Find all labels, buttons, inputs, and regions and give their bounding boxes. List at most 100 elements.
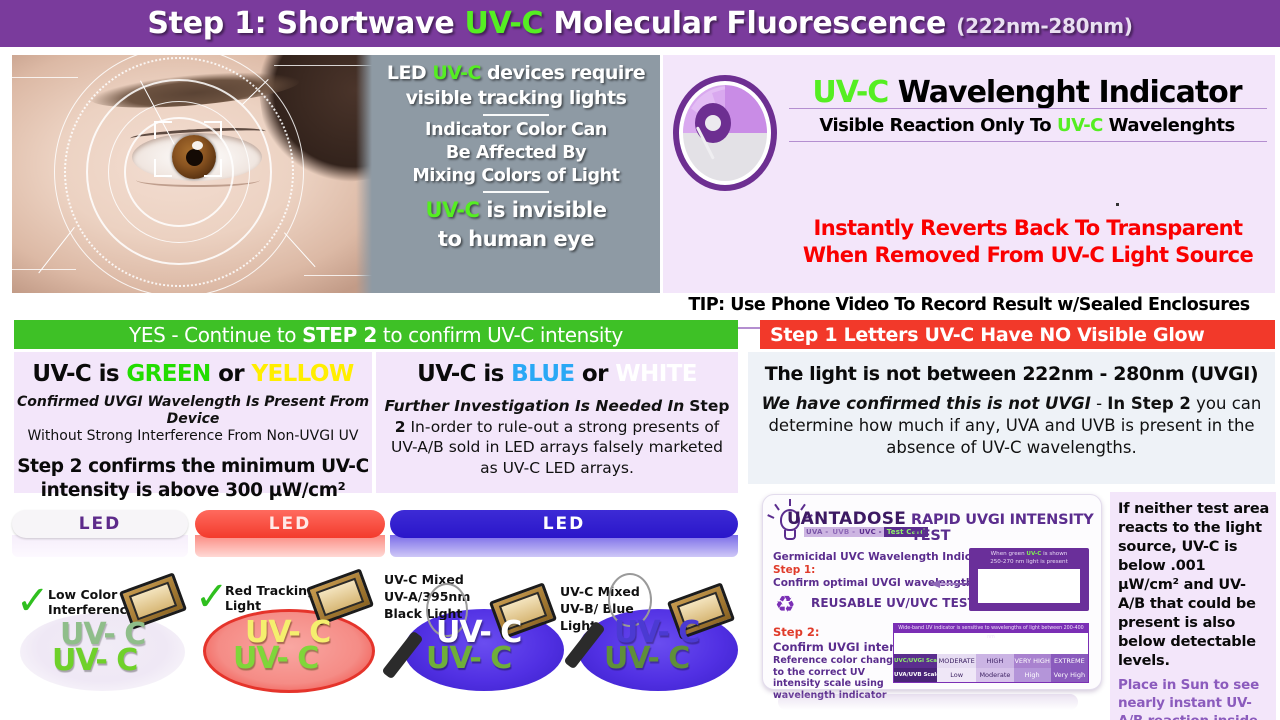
col2-head-blue: BLUE bbox=[511, 361, 575, 387]
eye-text-led: LED bbox=[386, 62, 433, 84]
title-part-2: Molecular Fluorescence bbox=[543, 6, 957, 41]
germicidal-line: Germicidal UVC Wavelength Indicator bbox=[773, 551, 996, 563]
eye-text-line-3: Indicator Color Can bbox=[425, 120, 607, 140]
scale-uva-moderate: Moderate bbox=[976, 668, 1014, 682]
hud-line-left-bottom bbox=[12, 269, 76, 270]
title-wavelength-range: (222nm-280nm) bbox=[956, 14, 1133, 38]
test-card-zone: UANTADOSE UVA - UVB - UVC - Test Card RAPID… bbox=[748, 488, 1108, 720]
uvc-window-reaction-area bbox=[978, 569, 1080, 603]
col1-head-yellow: YELLOW bbox=[251, 361, 354, 387]
eye-panel: LED UV-C devices require visible trackin… bbox=[12, 55, 660, 293]
indicator-title-rest: Wavelenght Indicator bbox=[888, 75, 1243, 110]
col1-italic-line: Confirmed UVGI Wavelength Is Present Fro… bbox=[16, 394, 370, 427]
indicator-title: UV-C Wavelenght Indicator bbox=[781, 75, 1273, 110]
scene1-check-icon: ✓ bbox=[16, 578, 50, 624]
scene2-check-icon: ✓ bbox=[195, 574, 229, 620]
scale-uvc-very-high: VERY HIGH bbox=[1013, 654, 1051, 668]
hud-pointer-4 bbox=[284, 232, 316, 268]
indicator-title-uvc: UV-C bbox=[812, 75, 889, 110]
eye-text-uvc-2: UV-C bbox=[425, 198, 480, 222]
yes-banner-step2: STEP 2 bbox=[302, 322, 377, 347]
right-notes-purple: Place in Sun to see nearly instant UV-A/… bbox=[1118, 677, 1260, 720]
eye-text-invisible: is invisible bbox=[479, 198, 607, 222]
col2-paragraph: Further Investigation Is Needed In Step … bbox=[376, 387, 738, 478]
scene3-uv-bottom: UV- C bbox=[426, 641, 512, 676]
col3-dash: - bbox=[1090, 394, 1108, 413]
uvc-window-cap-2: is shown bbox=[1041, 551, 1068, 557]
hud-overlay bbox=[12, 55, 372, 293]
col1-head-or: or bbox=[210, 361, 252, 387]
col3-bold-step2: In Step 2 bbox=[1107, 394, 1191, 413]
col3-italic: We have confirmed this is not UVGI bbox=[761, 394, 1091, 413]
scale-row-uvc-label: UVC/UVGI Scale bbox=[894, 654, 938, 668]
indicator-divider-2 bbox=[789, 141, 1267, 142]
col1-head-green: GREEN bbox=[126, 361, 211, 387]
eye-scan-image bbox=[12, 55, 372, 293]
card-step1-label: Step 1: bbox=[773, 564, 816, 576]
led-bar-blue: LED bbox=[390, 510, 738, 538]
led-glow-red bbox=[195, 535, 385, 557]
bulb-ray-4 bbox=[767, 514, 775, 519]
hud-corner-tr bbox=[204, 121, 222, 139]
quantadose-test-card: UANTADOSE UVA - UVB - UVC - Test Card RAPID… bbox=[762, 494, 1102, 701]
recycle-icon: ♻ bbox=[775, 592, 796, 618]
card-reflection bbox=[778, 694, 1078, 710]
col3-heading: The light is not between 222nm - 280nm (… bbox=[764, 363, 1259, 385]
intensity-scale-table: UVC/UVGI Scale MODERATE HIGH VERY HIGH E… bbox=[894, 654, 1088, 682]
yes-continue-banner: YES - Continue to STEP 2 to confirm UV-C… bbox=[14, 320, 738, 349]
scale-uva-high: High bbox=[1013, 668, 1051, 682]
hud-pointer-2 bbox=[38, 227, 75, 274]
uvc-window-cap-1: When green bbox=[990, 551, 1027, 557]
col3-paragraph: We have confirmed this is not UVGI - In … bbox=[748, 385, 1275, 459]
scale-row-uvc: UVC/UVGI Scale MODERATE HIGH VERY HIGH E… bbox=[894, 654, 1088, 668]
led-glow-blue bbox=[390, 535, 738, 557]
title-part-1: Step 1: Shortwave bbox=[147, 6, 465, 41]
card-title: RAPID UVGI INTENSITY TEST bbox=[911, 512, 1094, 544]
scene-low-color-interference: ✓ Low Color Interference UV- C UV- C bbox=[12, 567, 195, 719]
wavelength-indicator-panel: UV-C Wavelenght Indicator Visible Reacti… bbox=[663, 55, 1275, 329]
uvc-window-cap-3: 250-270 nm light is present bbox=[990, 558, 1068, 565]
bulb-ray-1 bbox=[789, 499, 791, 506]
hud-line-left-top bbox=[12, 77, 78, 78]
eye-text-divider-1 bbox=[483, 114, 549, 116]
no-glow-banner: Step 1 Letters UV-C Have NO Visible Glow bbox=[760, 320, 1275, 349]
indicator-divider-1 bbox=[789, 108, 1267, 109]
brand-sub-uva: UVA - bbox=[804, 527, 831, 537]
scene1-uv-bottom: UV- C bbox=[52, 643, 138, 678]
gauge-center-cap bbox=[705, 115, 721, 131]
scale-uvc-high: HIGH bbox=[976, 654, 1014, 668]
scale-uva-very-high: Very High bbox=[1050, 668, 1088, 682]
col2-head-a: UV-C is bbox=[417, 361, 512, 387]
scale-row-uva-label: UVA/UVB Scale bbox=[894, 668, 938, 682]
image-edge-fade bbox=[356, 55, 372, 293]
arrow-head bbox=[930, 580, 940, 588]
eye-text-line-2: visible tracking lights bbox=[405, 87, 627, 109]
col2-head-white: WHITE bbox=[615, 361, 697, 387]
scale-uva-low: Low bbox=[937, 668, 977, 682]
col1-sub-line: Without Strong Interference From Non-UVG… bbox=[27, 428, 359, 444]
uv-intensity-caption: Wide-band UV indicator is sensitive to w… bbox=[894, 624, 1088, 640]
scene4-uv-bottom: UV- C bbox=[604, 641, 690, 676]
scene-red-tracking-light: ✓ Red Tracking Light UV- C UV- C bbox=[195, 567, 387, 719]
uvc-window-caption: When green UV-C is shown 250-270 nm ligh… bbox=[973, 551, 1085, 566]
yes-banner-a: YES - Continue to bbox=[129, 322, 303, 347]
col2-heading: UV-C is BLUE or WHITE bbox=[376, 352, 738, 387]
indicator-warning-line-2: When Removed From UV-C Light Source bbox=[802, 243, 1254, 267]
hud-corner-br bbox=[204, 159, 222, 177]
col1-head-a: UV-C is bbox=[32, 361, 127, 387]
title-uvc-highlight: UV-C bbox=[464, 6, 544, 41]
indicator-dot bbox=[1116, 203, 1119, 206]
led-bar-blue-label: LED bbox=[542, 514, 586, 534]
yes-banner-c: to confirm UV-C intensity bbox=[376, 322, 623, 347]
eye-panel-text: LED UV-C devices require visible trackin… bbox=[372, 55, 660, 293]
scene3-caption-1: UV-C Mixed bbox=[384, 572, 464, 587]
indicator-sub-a: Visible Reaction Only To bbox=[819, 115, 1057, 136]
eye-text-line-7: to human eye bbox=[437, 227, 595, 251]
uv-intensity-window: Wide-band UV indicator is sensitive to w… bbox=[893, 623, 1089, 683]
bulb-ray-2 bbox=[774, 503, 780, 511]
infographic-root: Step 1: Shortwave UV-C Molecular Fluores… bbox=[0, 0, 1280, 720]
eye-text-divider-2 bbox=[483, 191, 549, 193]
eye-text-line-6: UV-C is invisible bbox=[426, 196, 607, 225]
indicator-warning-line-1: Instantly Reverts Back To Transparent bbox=[813, 216, 1244, 240]
led-glow-white bbox=[12, 535, 188, 557]
